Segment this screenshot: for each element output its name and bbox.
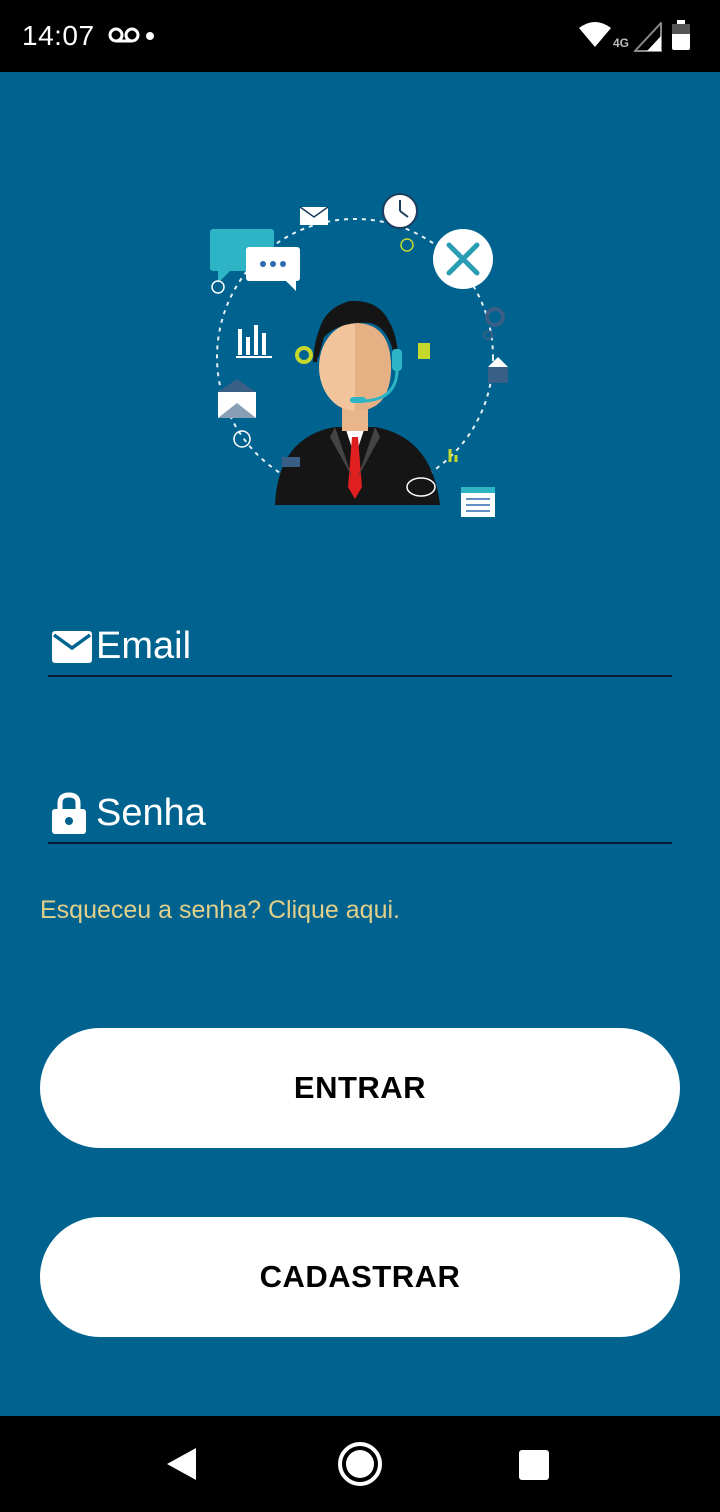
forgot-password-link[interactable]: Esqueceu a senha? Clique aqui. bbox=[40, 896, 400, 925]
login-screen: Email Senha Esqueceu a senha? Clique aqu… bbox=[0, 72, 720, 1416]
network-type-label: 4G bbox=[613, 36, 630, 50]
email-placeholder: Email bbox=[96, 625, 192, 667]
status-bar: 14:07 4G bbox=[0, 0, 720, 72]
back-icon[interactable] bbox=[164, 1446, 198, 1482]
home-icon[interactable] bbox=[337, 1441, 383, 1487]
email-underline bbox=[48, 675, 672, 677]
status-time: 14:07 bbox=[22, 20, 95, 51]
voicemail-icon bbox=[108, 27, 140, 43]
wifi-icon bbox=[579, 22, 611, 47]
navigation-bar bbox=[0, 1416, 720, 1512]
password-field[interactable]: Senha bbox=[48, 784, 672, 844]
login-button[interactable]: ENTRAR bbox=[40, 1028, 680, 1148]
password-underline bbox=[48, 842, 672, 844]
notification-dot bbox=[146, 32, 154, 40]
customer-support-agent-illustration bbox=[210, 193, 508, 517]
recents-icon[interactable] bbox=[519, 1450, 549, 1480]
register-button[interactable]: CADASTRAR bbox=[40, 1217, 680, 1337]
password-placeholder: Senha bbox=[96, 792, 206, 834]
envelope-icon bbox=[52, 631, 92, 663]
battery-icon bbox=[672, 20, 690, 50]
lock-icon bbox=[52, 792, 86, 834]
signal-icon bbox=[634, 22, 662, 52]
email-field[interactable]: Email bbox=[48, 617, 672, 677]
